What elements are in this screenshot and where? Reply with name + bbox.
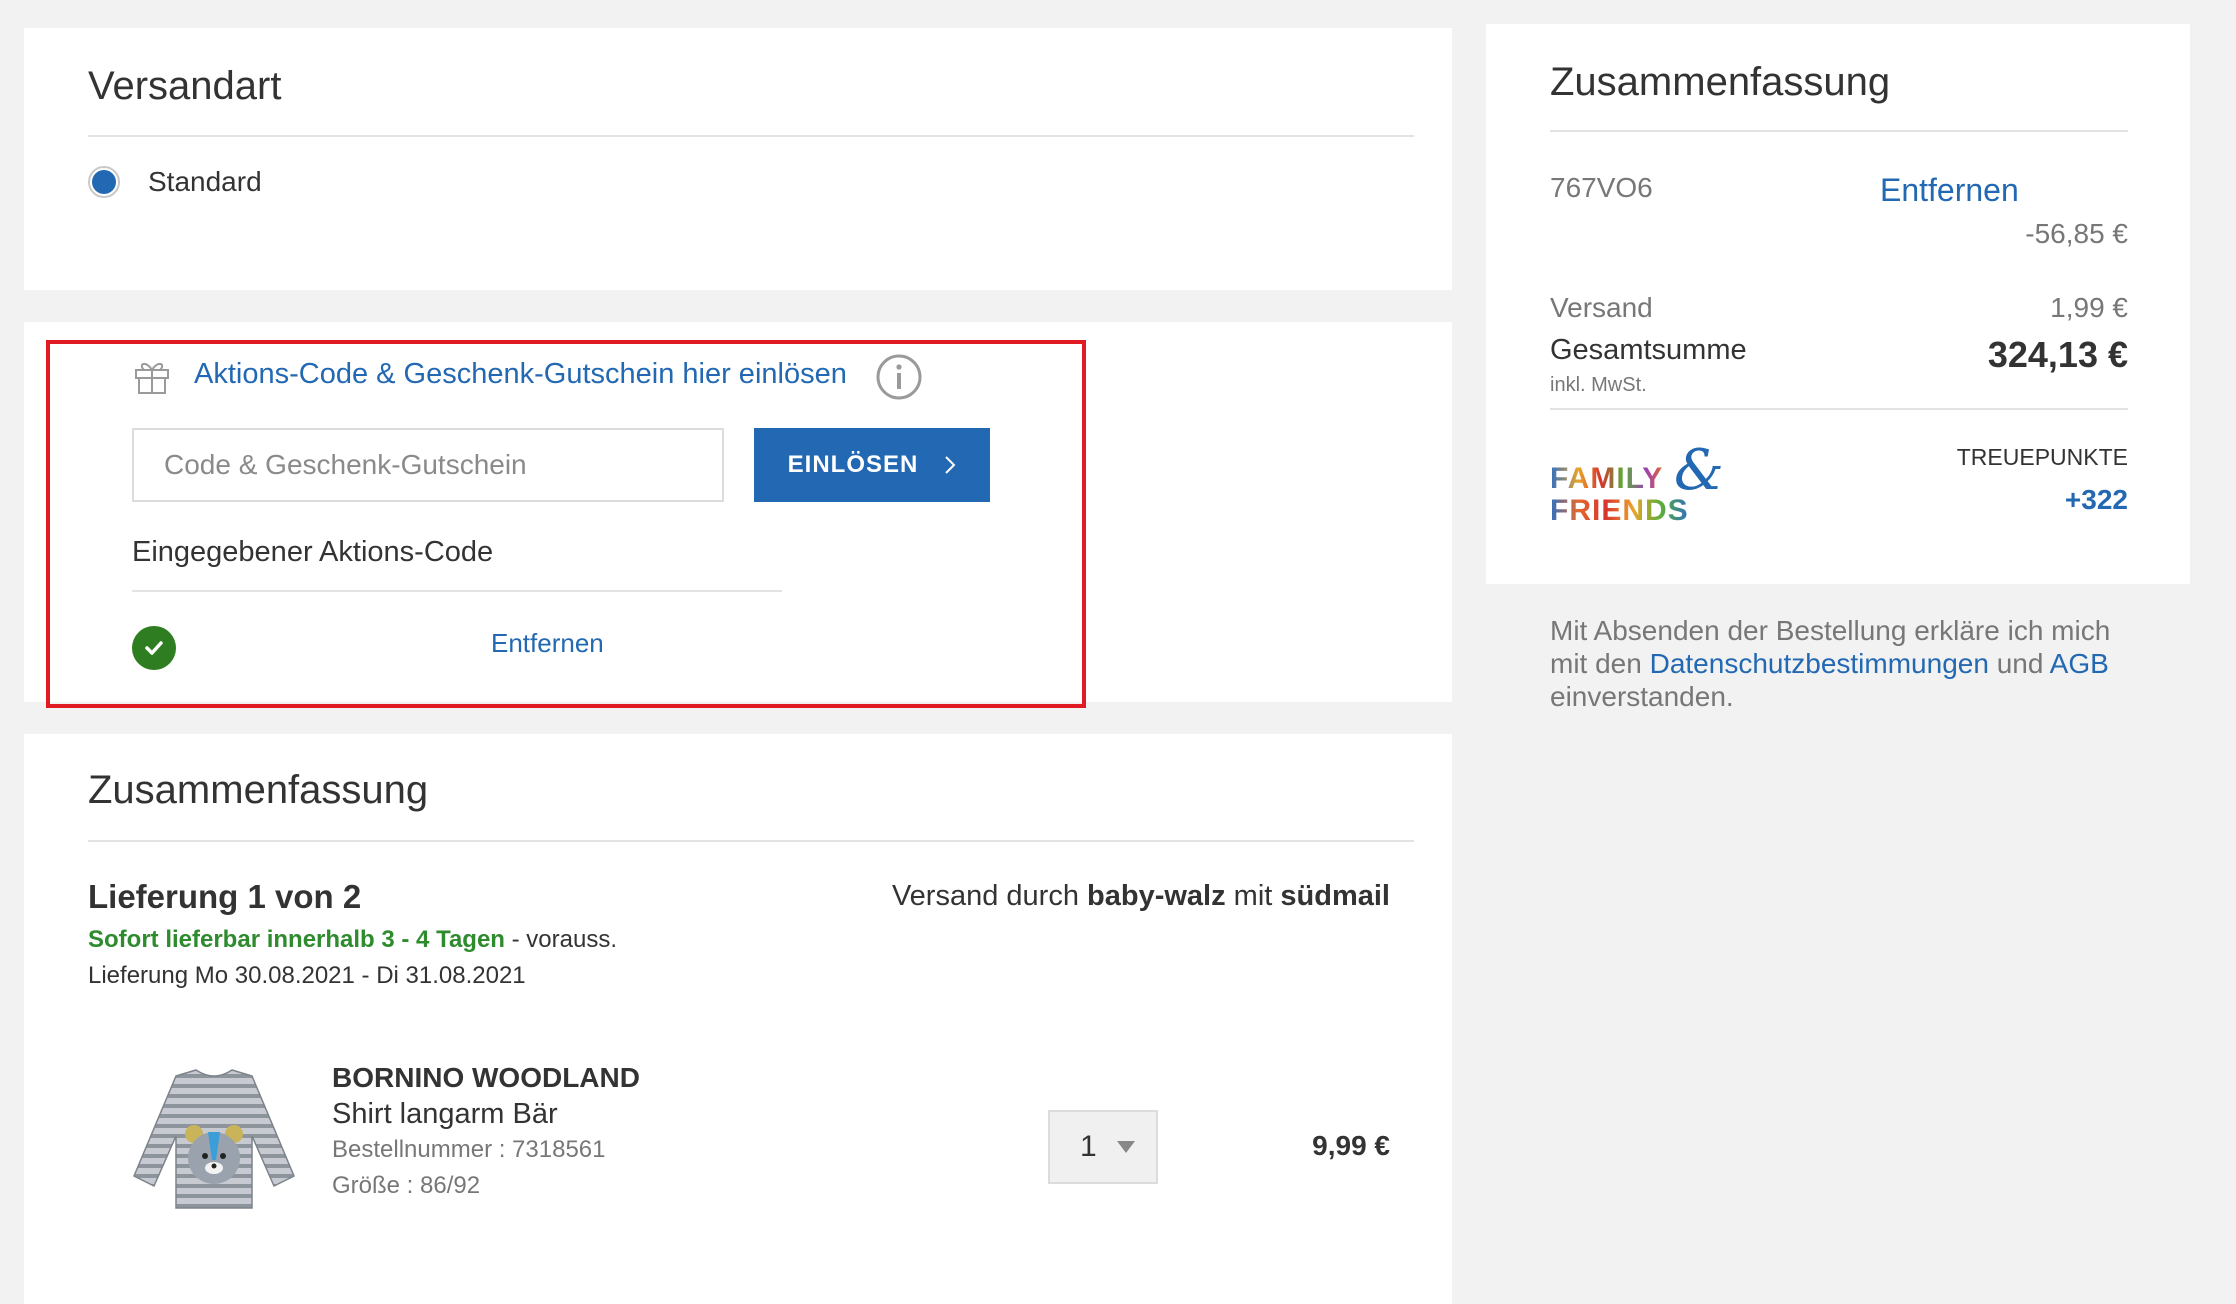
divider — [1550, 130, 2128, 132]
order-summary-title: Zusammenfassung — [88, 768, 429, 812]
loyalty-points: +322 — [2064, 484, 2128, 515]
privacy-policy-link[interactable]: Datenschutzbestimmungen — [1650, 648, 1989, 679]
family-friends-logo: FAMILY & FRIENDS — [1550, 438, 1750, 544]
highlight-box — [46, 340, 1086, 708]
radio-selected-dot — [92, 170, 116, 194]
product-image[interactable] — [124, 1064, 304, 1214]
legal-and: und — [1996, 648, 2044, 679]
logo-friends-text: FRIENDS — [1550, 494, 1689, 527]
coupon-code: 767VO6 — [1550, 172, 1653, 203]
shipped-by-mid: mit — [1233, 880, 1273, 912]
product-brand: BORNINO WOODLAND — [332, 1062, 640, 1093]
legal-line-1: Mit Absenden der Bestellung erkläre ich … — [1550, 615, 2111, 646]
product-name[interactable]: Shirt langarm Bär — [332, 1098, 558, 1131]
legal-mid-prefix: mit den — [1550, 648, 1642, 679]
loyalty-label: TREUEPUNKTE — [1956, 444, 2128, 470]
divider — [88, 135, 1414, 137]
availability-text: Sofort lieferbar innerhalb 3 - 4 Tagen -… — [88, 926, 617, 954]
legal-line-3: einverstanden. — [1550, 681, 1734, 712]
divider — [1550, 408, 2128, 410]
logo-friends-word: FRIENDS — [1550, 494, 1689, 528]
terms-link[interactable]: AGB — [2050, 648, 2109, 679]
total-amount: 324,13 € — [1987, 334, 2128, 375]
shipping-radio-button[interactable] — [88, 166, 120, 198]
order-summary-card: Zusammenfassung Lieferung 1 von 2 Versan… — [24, 734, 1452, 1304]
shipping-method-card: Versandart Standard — [24, 28, 1452, 290]
shipping-option-standard[interactable]: Standard — [88, 166, 262, 198]
quantity-value: 1 — [1080, 1130, 1097, 1163]
delivery-dates: Lieferung Mo 30.08.2021 - Di 31.08.2021 — [88, 962, 526, 989]
shipped-by-shop: baby-walz — [1087, 880, 1226, 912]
sidebar-summary-title: Zusammenfassung — [1550, 60, 1891, 104]
product-price: 9,99 € — [1312, 1130, 1390, 1161]
shipped-by-carrier: südmail — [1280, 880, 1390, 912]
shipping-cost: 1,99 € — [2050, 292, 2128, 323]
shipping-option-label: Standard — [148, 166, 262, 197]
total-label: Gesamtsumme — [1550, 334, 1747, 366]
delivery-title: Lieferung 1 von 2 — [88, 878, 362, 915]
quantity-select[interactable]: 1 — [1048, 1110, 1158, 1184]
product-order-number: Bestellnummer : 7318561 — [332, 1136, 606, 1163]
logo-family-word: FAMILY — [1550, 462, 1663, 496]
sidebar-summary-card: Zusammenfassung 767VO6 Entfernen -56,85 … — [1486, 24, 2190, 584]
divider — [88, 840, 1414, 842]
vat-note: inkl. MwSt. — [1550, 374, 1647, 396]
availability-status: Sofort lieferbar innerhalb 3 - 4 Tagen — [88, 926, 505, 953]
shipped-by-text: Versand durch baby-walz mit südmail — [892, 880, 1390, 913]
coupon-remove-link[interactable]: Entfernen — [1880, 172, 2019, 209]
shipping-label: Versand — [1550, 292, 1653, 323]
shipping-method-title: Versandart — [88, 64, 282, 108]
chevron-down-icon — [1116, 1141, 1135, 1153]
shipped-by-prefix: Versand durch — [891, 880, 1079, 912]
legal-line-2: mit den Datenschutzbestimmungen und AGB — [1550, 647, 2190, 680]
logo-family-text: FAMILY — [1550, 462, 1664, 495]
coupon-discount: -56,85 € — [2025, 218, 2128, 249]
product-size: Größe : 86/92 — [332, 1172, 481, 1199]
legal-consent-text: Mit Absenden der Bestellung erkläre ich … — [1550, 614, 2190, 713]
availability-suffix: - vorauss. — [504, 926, 617, 953]
